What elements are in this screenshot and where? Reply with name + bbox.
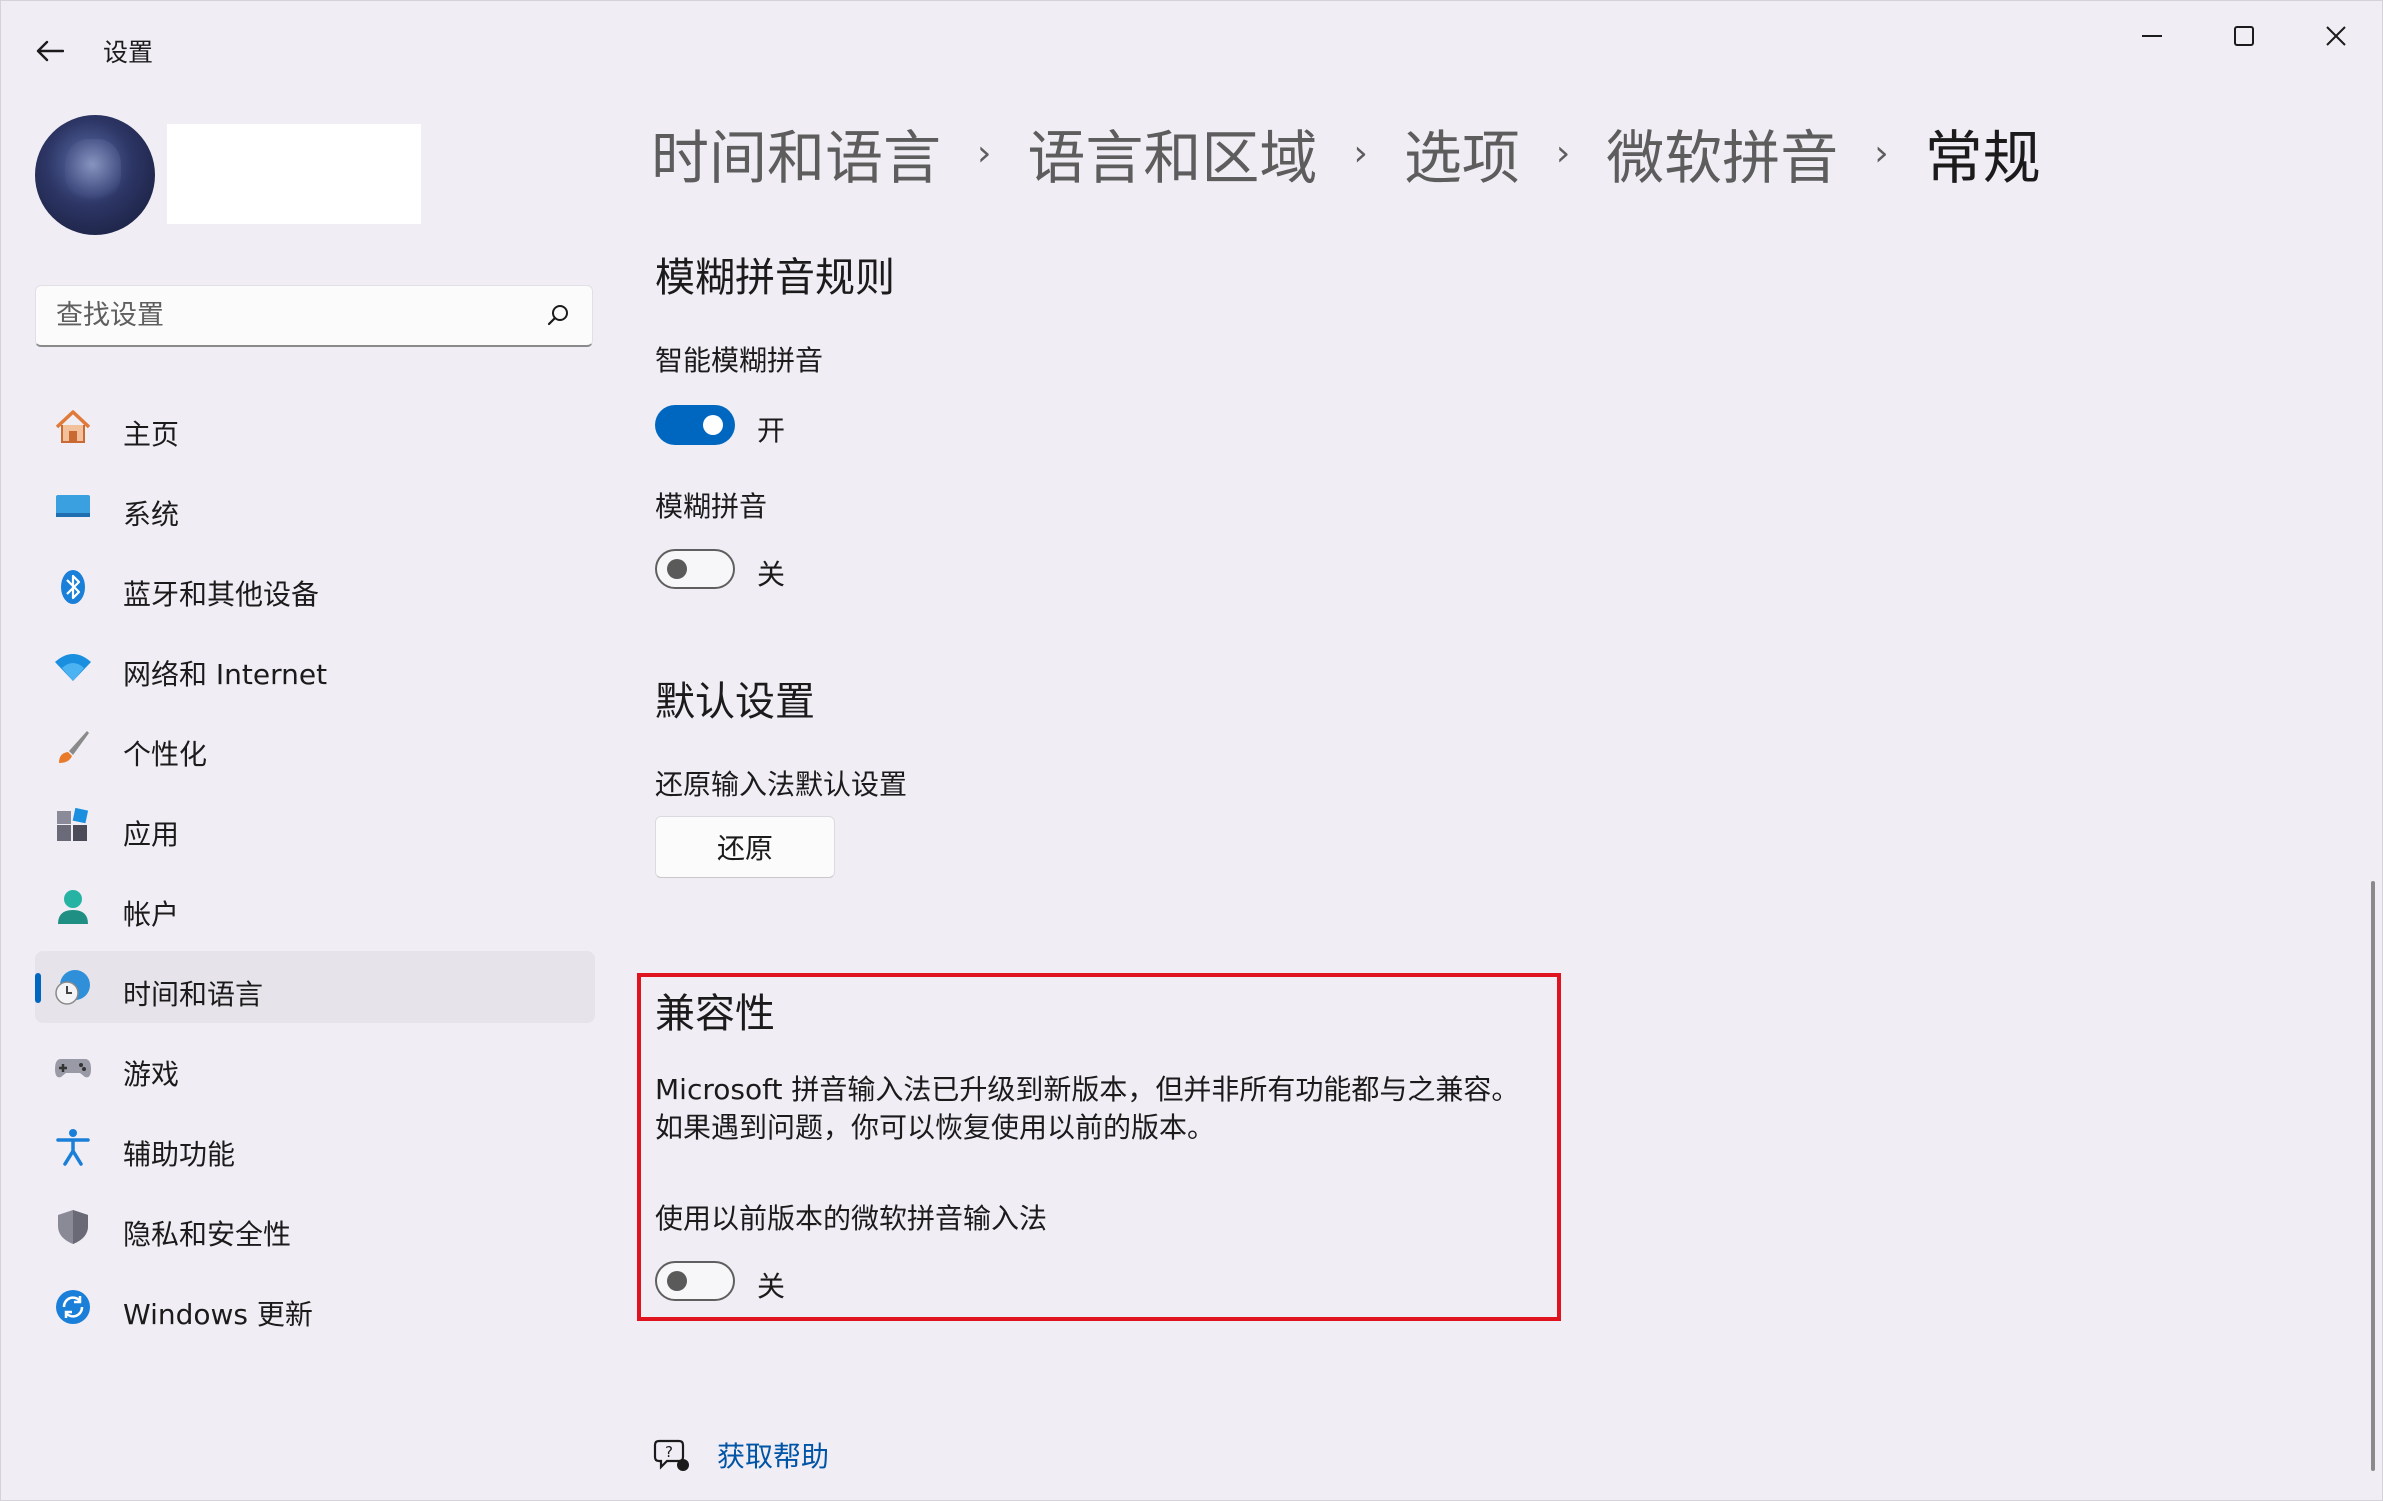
back-button[interactable] bbox=[27, 31, 73, 71]
toggle-knob bbox=[703, 415, 723, 435]
minimize-icon bbox=[2142, 35, 2162, 37]
sidebar-item-label: 游戏 bbox=[123, 1058, 180, 1091]
maximize-button[interactable] bbox=[2209, 11, 2279, 61]
apps-icon bbox=[57, 807, 89, 841]
bluetooth-icon bbox=[61, 570, 85, 604]
section-title-defaults: 默认设置 bbox=[655, 679, 815, 725]
smart-fuzzy-state: 开 bbox=[757, 414, 786, 447]
sidebar-item-gaming[interactable]: 游戏 bbox=[35, 1031, 595, 1103]
settings-window: 设置 主页 bbox=[0, 0, 2383, 1501]
search-icon[interactable] bbox=[544, 302, 572, 330]
sidebar-item-label: 蓝牙和其他设备 bbox=[123, 578, 320, 611]
avatar[interactable] bbox=[35, 115, 155, 235]
page-title: 常规 bbox=[1924, 124, 2041, 192]
sidebar-item-apps[interactable]: 应用 bbox=[35, 791, 595, 863]
smart-fuzzy-toggle[interactable] bbox=[655, 405, 735, 445]
section-title-fuzzy: 模糊拼音规则 bbox=[655, 255, 895, 301]
minimize-button[interactable] bbox=[2117, 11, 2187, 61]
sidebar-item-accessibility[interactable]: 辅助功能 bbox=[35, 1111, 595, 1183]
wifi-icon bbox=[55, 654, 91, 681]
sidebar-item-network[interactable]: 网络和 Internet bbox=[35, 631, 595, 703]
sidebar-item-accounts[interactable]: 帐户 bbox=[35, 871, 595, 943]
chevron-right-icon: › bbox=[1353, 132, 1368, 174]
close-button[interactable] bbox=[2301, 11, 2371, 61]
accessibility-icon bbox=[56, 1129, 90, 1166]
compatibility-description: Microsoft 拼音输入法已升级到新版本，但并非所有功能都与之兼容。如果遇到… bbox=[655, 1073, 1520, 1144]
title-bar: 设置 bbox=[1, 1, 2382, 101]
active-indicator bbox=[35, 973, 41, 1003]
chevron-right-icon: › bbox=[1874, 132, 1889, 174]
breadcrumb-microsoft-pinyin[interactable]: 微软拼音 bbox=[1606, 111, 1838, 195]
sidebar-item-label: 主页 bbox=[123, 418, 180, 451]
fuzzy-pinyin-label: 模糊拼音 bbox=[655, 490, 768, 523]
breadcrumb: 时间和语言 › 语言和区域 › 选项 › 微软拼音 › 常规 bbox=[651, 113, 2041, 193]
time-language-icon bbox=[55, 970, 90, 1005]
sidebar-item-personalization[interactable]: 个性化 bbox=[35, 711, 595, 783]
help-chat-icon: ? bbox=[653, 1439, 689, 1471]
sidebar-item-label: 帐户 bbox=[123, 898, 180, 931]
toggle-knob bbox=[667, 559, 687, 579]
fuzzy-pinyin-toggle[interactable] bbox=[655, 549, 735, 589]
sidebar-item-windows-update[interactable]: Windows 更新 bbox=[35, 1271, 595, 1343]
sidebar-item-bluetooth[interactable]: 蓝牙和其他设备 bbox=[35, 551, 595, 623]
sidebar-item-label: 系统 bbox=[123, 498, 180, 531]
gamepad-icon bbox=[55, 1059, 91, 1078]
chevron-right-icon: › bbox=[977, 132, 992, 174]
sidebar-item-privacy[interactable]: 隐私和安全性 bbox=[35, 1191, 595, 1263]
chevron-right-icon: › bbox=[1555, 132, 1571, 174]
sidebar-item-label: 时间和语言 bbox=[123, 978, 264, 1011]
legacy-ime-toggle[interactable] bbox=[655, 1261, 735, 1301]
close-icon bbox=[2326, 26, 2346, 46]
breadcrumb-options[interactable]: 选项 bbox=[1404, 111, 1520, 195]
arrow-left-icon bbox=[36, 40, 64, 62]
sidebar-item-label: 辅助功能 bbox=[123, 1138, 236, 1171]
get-help-link[interactable]: ? 获取帮助 bbox=[653, 1433, 829, 1477]
maximize-icon bbox=[2234, 26, 2254, 46]
get-help-label: 获取帮助 bbox=[717, 1440, 830, 1473]
sidebar-item-label: Windows 更新 bbox=[123, 1298, 313, 1331]
breadcrumb-language-region[interactable]: 语言和区域 bbox=[1027, 111, 1317, 195]
sidebar-item-label: 应用 bbox=[123, 818, 180, 851]
legacy-ime-label: 使用以前版本的微软拼音输入法 bbox=[655, 1202, 1048, 1235]
shield-icon bbox=[58, 1210, 88, 1244]
sidebar-item-label: 隐私和安全性 bbox=[123, 1218, 292, 1251]
profile-name-redacted bbox=[167, 124, 421, 224]
restore-button[interactable]: 还原 bbox=[655, 816, 835, 878]
home-icon bbox=[55, 410, 91, 443]
app-title: 设置 bbox=[103, 38, 154, 67]
toggle-knob bbox=[667, 1271, 687, 1291]
sidebar-item-home[interactable]: 主页 bbox=[35, 391, 595, 463]
sidebar-item-system[interactable]: 系统 bbox=[35, 471, 595, 543]
windows-update-icon bbox=[56, 1290, 90, 1324]
sidebar-item-label: 网络和 Internet bbox=[123, 658, 328, 691]
smart-fuzzy-label: 智能模糊拼音 bbox=[655, 344, 824, 377]
account-icon bbox=[58, 890, 88, 924]
breadcrumb-time-language[interactable]: 时间和语言 bbox=[651, 111, 941, 195]
brush-icon bbox=[59, 731, 89, 763]
sidebar-item-time-language[interactable]: 时间和语言 bbox=[35, 951, 595, 1023]
fuzzy-pinyin-state: 关 bbox=[757, 558, 786, 591]
search-box[interactable] bbox=[35, 285, 593, 347]
search-input[interactable] bbox=[56, 286, 536, 344]
system-icon bbox=[56, 495, 90, 517]
svg-text:?: ? bbox=[665, 1443, 673, 1461]
scrollbar[interactable] bbox=[2371, 881, 2375, 1471]
legacy-ime-state: 关 bbox=[757, 1270, 786, 1303]
sidebar-item-label: 个性化 bbox=[123, 738, 208, 771]
restore-defaults-label: 还原输入法默认设置 bbox=[655, 768, 908, 801]
sidebar-nav: 主页 系统 蓝牙和其他设备 网络和 Internet 个性化 应用 帐户 时间和… bbox=[35, 391, 595, 1351]
section-title-compatibility: 兼容性 bbox=[655, 991, 775, 1037]
